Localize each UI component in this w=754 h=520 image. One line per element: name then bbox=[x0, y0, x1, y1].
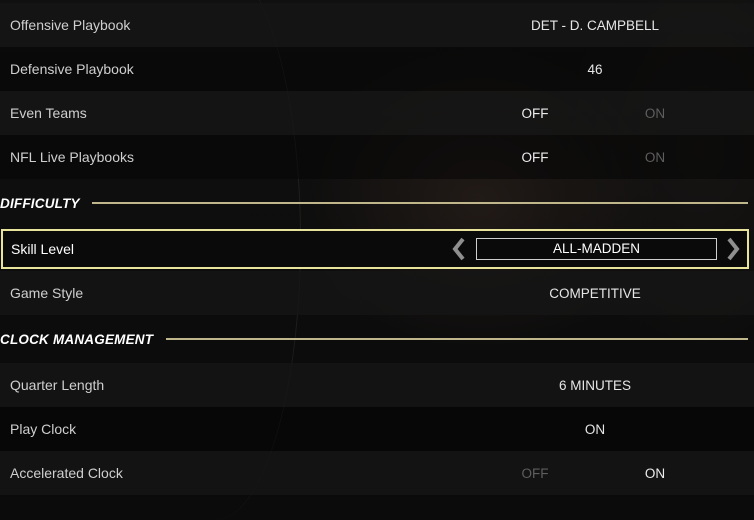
setting-row-nfl-live-playbooks[interactable]: NFL Live Playbooks OFF ON bbox=[0, 135, 754, 179]
setting-row-quarter-length[interactable]: Quarter Length 6 MINUTES bbox=[0, 363, 754, 407]
skill-level-value: ALL-MADDEN bbox=[476, 238, 717, 260]
setting-row-skill-level[interactable]: Skill Level ALL-MADDEN bbox=[1, 229, 749, 269]
game-settings-menu: Offensive Playbook DET - D. CAMPBELL Def… bbox=[0, 3, 754, 495]
setting-label: Game Style bbox=[10, 285, 84, 301]
setting-value: ON bbox=[584, 421, 606, 437]
option-off[interactable]: OFF bbox=[505, 150, 565, 165]
setting-label: Play Clock bbox=[10, 421, 77, 437]
setting-row-even-teams[interactable]: Even Teams OFF ON bbox=[0, 91, 754, 135]
setting-label: NFL Live Playbooks bbox=[10, 149, 134, 165]
section-clock-management: CLOCK MANAGEMENT bbox=[0, 315, 754, 363]
setting-value: 6 MINUTES bbox=[558, 377, 631, 393]
setting-row-offensive-playbook[interactable]: Offensive Playbook DET - D. CAMPBELL bbox=[0, 3, 754, 47]
setting-value: 46 bbox=[587, 61, 603, 77]
option-on[interactable]: ON bbox=[625, 106, 685, 121]
section-divider bbox=[166, 338, 748, 340]
setting-row-play-clock[interactable]: Play Clock ON bbox=[0, 407, 754, 451]
section-difficulty: DIFFICULTY bbox=[0, 179, 754, 227]
section-title: CLOCK MANAGEMENT bbox=[0, 331, 154, 347]
option-on[interactable]: ON bbox=[625, 466, 685, 481]
option-off[interactable]: OFF bbox=[505, 466, 565, 481]
option-on[interactable]: ON bbox=[625, 150, 685, 165]
setting-label: Even Teams bbox=[10, 105, 87, 121]
setting-label: Skill Level bbox=[11, 241, 75, 257]
setting-label: Accelerated Clock bbox=[10, 465, 123, 481]
setting-label: Offensive Playbook bbox=[10, 17, 131, 33]
setting-row-defensive-playbook[interactable]: Defensive Playbook 46 bbox=[0, 47, 754, 91]
section-title: DIFFICULTY bbox=[0, 195, 80, 211]
setting-row-accelerated-clock[interactable]: Accelerated Clock OFF ON bbox=[0, 451, 754, 495]
chevron-left-icon[interactable] bbox=[451, 236, 467, 262]
setting-label: Defensive Playbook bbox=[10, 61, 134, 77]
setting-label: Quarter Length bbox=[10, 377, 105, 393]
setting-value: DET - D. CAMPBELL bbox=[530, 17, 660, 33]
setting-row-game-style[interactable]: Game Style COMPETITIVE bbox=[0, 271, 754, 315]
setting-value: COMPETITIVE bbox=[549, 285, 641, 301]
option-off[interactable]: OFF bbox=[505, 106, 565, 121]
chevron-right-icon[interactable] bbox=[725, 236, 741, 262]
section-divider bbox=[92, 202, 748, 204]
